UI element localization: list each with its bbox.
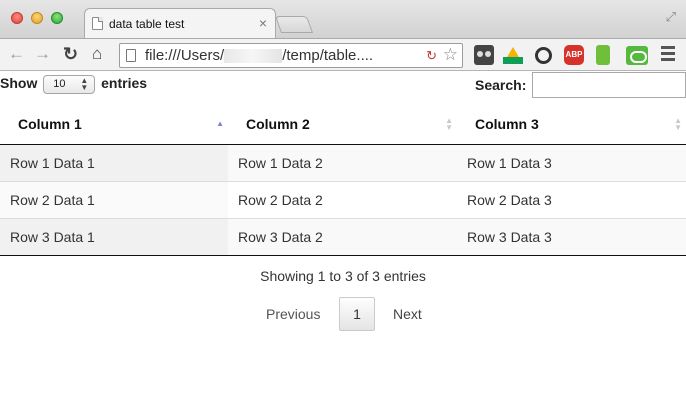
fullscreen-icon[interactable]: ⤢	[666, 9, 676, 25]
length-suffix-label: entries	[101, 75, 148, 92]
extension-circle-icon[interactable]	[535, 47, 552, 64]
window-maximize-button[interactable]	[51, 12, 63, 24]
column-header-3[interactable]: Column 3 ▲ ▼	[457, 105, 686, 145]
page-icon	[126, 49, 136, 62]
table-cell: Row 2 Data 2	[228, 181, 457, 219]
address-bar[interactable]: file:///Users//temp/table.... ↻ ☆	[119, 43, 463, 68]
search-input[interactable]	[532, 72, 686, 98]
extension-evernote-icon[interactable]	[596, 45, 610, 65]
new-tab-button[interactable]	[274, 16, 314, 33]
url-text: file:///Users//temp/table....	[145, 47, 374, 64]
sort-both-icon: ▲ ▼	[445, 116, 453, 132]
data-table: Column 1 ▲ Column 2 ▲ ▼ Column 3 ▲ ▼ Row 1…	[0, 105, 686, 256]
table-row: Row 2 Data 1 Row 2 Data 2 Row 2 Data 3	[0, 181, 686, 219]
extension-cloud-icon[interactable]	[626, 46, 648, 65]
forward-arrow-icon[interactable]: →	[34, 44, 51, 64]
document-icon	[92, 17, 103, 30]
hamburger-menu-icon[interactable]	[661, 46, 675, 64]
table-cell: Row 1 Data 3	[457, 144, 686, 182]
previous-page-button[interactable]: Previous	[266, 306, 320, 322]
table-cell: Row 2 Data 3	[457, 181, 686, 219]
table-row: Row 3 Data 1 Row 3 Data 2 Row 3 Data 3	[0, 218, 686, 256]
tab-close-icon[interactable]: ×	[259, 15, 267, 31]
select-arrows-icon: ▲ ▼	[80, 76, 89, 92]
window-minimize-button[interactable]	[31, 12, 43, 24]
column-header-1[interactable]: Column 1 ▲	[0, 105, 228, 145]
page-action-icon[interactable]: ↻	[426, 48, 437, 64]
table-info-text: Showing 1 to 3 of 3 entries	[260, 268, 426, 284]
table-row: Row 1 Data 1 Row 1 Data 2 Row 1 Data 3	[0, 144, 686, 182]
table-cell: Row 1 Data 1	[0, 144, 228, 182]
extension-drive-icon[interactable]	[503, 47, 523, 64]
browser-toolbar: ← → ↻ ⌂ file:///Users//temp/table.... ↻ …	[0, 38, 686, 71]
length-prefix-label: Show	[0, 75, 38, 92]
back-arrow-icon[interactable]: ←	[8, 44, 25, 64]
sort-both-icon: ▲ ▼	[674, 116, 682, 132]
tab-title: data table test	[109, 17, 185, 31]
table-cell: Row 2 Data 1	[0, 181, 228, 219]
entries-select[interactable]: 10 ▲ ▼	[43, 75, 96, 94]
pagination: Previous 1 Next	[0, 297, 686, 333]
table-cell: Row 3 Data 2	[228, 218, 457, 256]
sort-ascending-icon: ▲	[216, 119, 224, 128]
column-header-2[interactable]: Column 2 ▲ ▼	[228, 105, 457, 145]
table-header-row: Column 1 ▲ Column 2 ▲ ▼ Column 3 ▲ ▼	[0, 105, 686, 145]
table-cell: Row 3 Data 3	[457, 218, 686, 256]
window-close-button[interactable]	[11, 12, 23, 24]
table-cell: Row 3 Data 1	[0, 218, 228, 256]
browser-titlebar: data table test × ⤢	[0, 0, 686, 39]
table-cell: Row 1 Data 2	[228, 144, 457, 182]
browser-tab-active[interactable]: data table test ×	[84, 8, 276, 39]
entries-length-control: Show 10 ▲ ▼ entries	[0, 75, 147, 94]
next-page-button[interactable]: Next	[393, 306, 422, 322]
column-header-label: Column 2	[246, 116, 310, 133]
reload-icon[interactable]: ↻	[63, 44, 78, 64]
home-icon[interactable]: ⌂	[92, 44, 102, 64]
search-label: Search:	[475, 77, 527, 93]
entries-select-value: 10	[53, 78, 66, 90]
extension-ghostery-icon[interactable]	[474, 45, 494, 65]
extension-adblock-icon[interactable]: ABP	[564, 45, 584, 65]
page-content: Show 10 ▲ ▼ entries Search: Column 1 ▲ Co…	[0, 71, 686, 397]
bookmark-star-icon[interactable]: ☆	[443, 45, 458, 65]
redacted-username	[224, 49, 283, 64]
page-1-button[interactable]: 1	[339, 297, 375, 331]
column-header-label: Column 3	[475, 116, 539, 133]
column-header-label: Column 1	[18, 116, 82, 133]
